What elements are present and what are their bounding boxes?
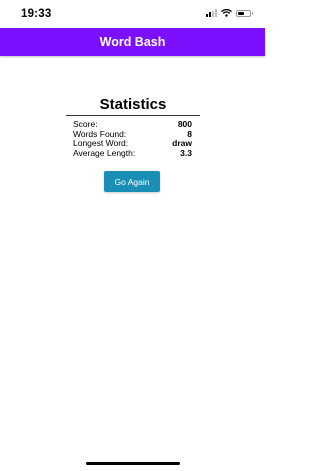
statistics-divider (66, 115, 200, 116)
home-indicator[interactable] (86, 462, 180, 465)
go-again-button[interactable]: Go Again (104, 171, 160, 192)
statistics-panel: Statistics Score: 800 Words Found: 8 Lon… (66, 96, 200, 158)
app-title: Word Bash (99, 35, 166, 49)
wifi-icon (221, 9, 232, 17)
signal-icon (206, 9, 217, 17)
status-icons (206, 9, 253, 17)
stat-row-average-length: Average Length: 3.3 (66, 147, 200, 159)
stat-value: 3.3 (180, 147, 192, 158)
statistics-title: Statistics (99, 96, 167, 113)
status-bar: 19:33 (0, 0, 265, 28)
battery-icon (236, 9, 253, 17)
app-bar: Word Bash (0, 28, 265, 56)
status-time: 19:33 (21, 8, 52, 20)
stat-label: Average Length: (73, 147, 136, 158)
